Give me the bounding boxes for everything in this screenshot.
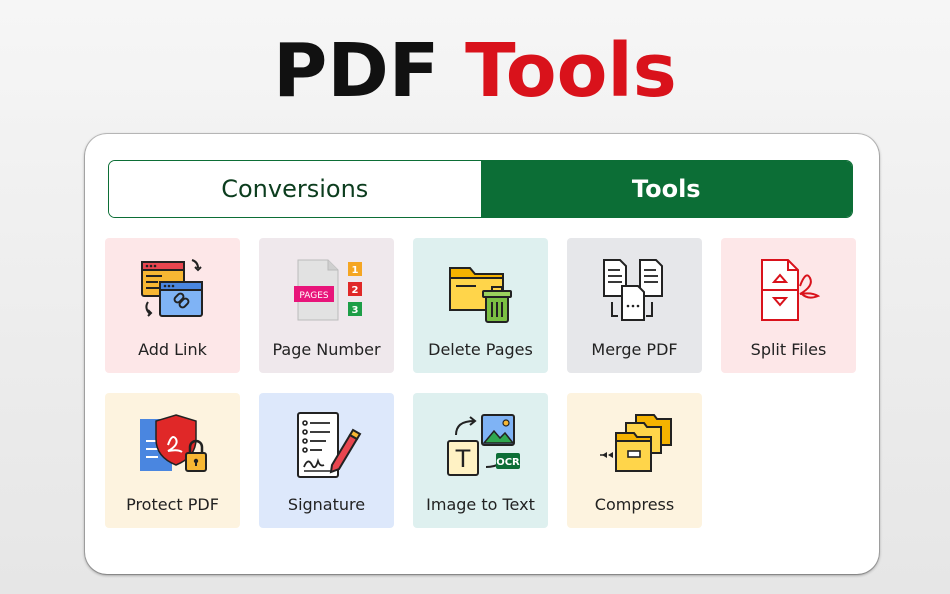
tool-label: Delete Pages	[428, 340, 533, 359]
pages-badge-text: PAGES	[299, 291, 329, 301]
tool-label: Add Link	[138, 340, 207, 359]
number-1-text: 1	[351, 265, 358, 276]
tools-card: Conversions Tools Add Link PAGES 1 2 3 P…	[85, 134, 879, 574]
tool-label: Merge PDF	[591, 340, 678, 359]
ocr-icon: T OCR	[446, 411, 520, 481]
ocr-badge-text: OCR	[496, 457, 520, 468]
merge-documents-icon	[600, 256, 670, 326]
tool-page-number[interactable]: PAGES 1 2 3 Page Number	[259, 238, 394, 373]
signature-pen-icon	[292, 411, 362, 481]
tool-merge-pdf[interactable]: Merge PDF	[567, 238, 702, 373]
tool-add-link[interactable]: Add Link	[105, 238, 240, 373]
tool-image-to-text[interactable]: T OCR Image to Text	[413, 393, 548, 528]
split-pdf-icon	[754, 256, 824, 326]
number-2-text: 2	[351, 285, 358, 296]
headline-word-tools: Tools	[465, 28, 677, 114]
shield-lock-icon	[138, 411, 208, 481]
tool-protect-pdf[interactable]: Protect PDF	[105, 393, 240, 528]
tool-label: Page Number	[272, 340, 381, 359]
svg-text:T: T	[454, 445, 470, 473]
tool-label: Signature	[287, 495, 366, 514]
link-browser-icon	[138, 256, 208, 326]
headline-word-pdf: PDF	[273, 28, 440, 114]
compress-folder-icon	[599, 411, 672, 481]
mode-segmented-control: Conversions Tools	[108, 160, 853, 218]
tool-label: Split Files	[750, 340, 827, 359]
tool-signature[interactable]: Signature	[259, 393, 394, 528]
tool-compress[interactable]: Compress	[567, 393, 702, 528]
tool-delete-pages[interactable]: Delete Pages	[413, 238, 548, 373]
number-3-text: 3	[351, 305, 358, 316]
tool-label: Image to Text	[426, 495, 535, 514]
tool-label: Compress	[594, 495, 675, 514]
page-number-icon: PAGES 1 2 3	[292, 256, 362, 326]
page-headline: PDF Tools	[0, 26, 950, 116]
tab-tools[interactable]: Tools	[480, 161, 852, 217]
folder-trash-icon	[446, 256, 516, 326]
tool-label: Protect PDF	[126, 495, 219, 514]
tool-split-files[interactable]: Split Files	[721, 238, 856, 373]
tab-conversions[interactable]: Conversions	[109, 161, 481, 217]
